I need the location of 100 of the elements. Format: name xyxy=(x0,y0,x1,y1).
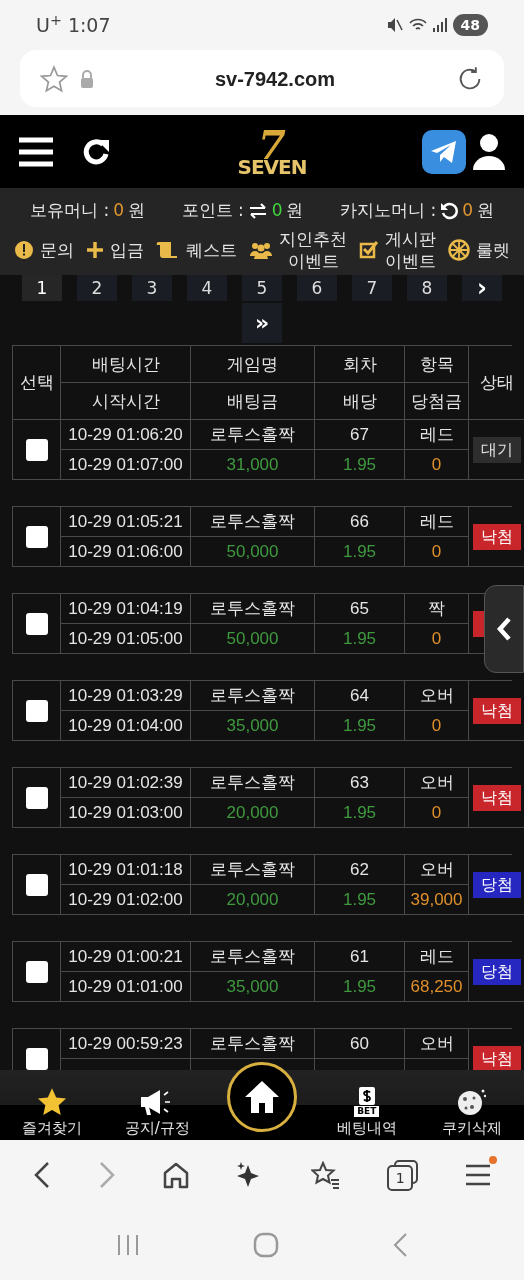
recent-apps-icon[interactable] xyxy=(116,1233,141,1257)
table-cell: 레드 xyxy=(405,507,469,537)
table-cell: 짝 xyxy=(405,594,469,624)
side-panel-toggle[interactable] xyxy=(484,585,524,673)
table-cell: 35,000 xyxy=(191,711,315,741)
column-header: 배팅시간 xyxy=(61,346,191,383)
clock-time: 1:07 xyxy=(67,12,111,38)
row-checkbox[interactable] xyxy=(25,1047,48,1070)
menu-link[interactable]: 문의 xyxy=(40,238,74,261)
row-checkbox[interactable] xyxy=(25,699,48,722)
menu-link[interactable]: 퀘스트 xyxy=(186,238,237,261)
page-button[interactable]: 1 xyxy=(22,275,62,301)
table-cell: 31,000 xyxy=(191,450,315,480)
page-button[interactable]: 3 xyxy=(132,275,172,301)
column-header: 당첨금 xyxy=(405,383,469,420)
status-badge: 당첨 xyxy=(472,958,521,985)
menu-link[interactable]: 지인추천 이벤트 xyxy=(279,227,347,272)
table-cell: 63 xyxy=(315,768,405,798)
row-checkbox[interactable] xyxy=(25,960,48,983)
bookmarks-icon[interactable] xyxy=(310,1161,341,1189)
menu-link[interactable]: 룰렛 xyxy=(476,238,510,261)
table-cell: 1.95 xyxy=(315,885,405,915)
home-icon xyxy=(243,1079,281,1115)
table-cell: 10-29 01:01:18 xyxy=(61,855,191,885)
last-page-button[interactable]: » xyxy=(242,303,282,343)
undo-icon xyxy=(440,201,459,220)
column-header: 상태 xyxy=(469,346,524,420)
table-cell: 10-29 01:05:00 xyxy=(61,624,191,654)
table-cell: 10-29 01:02:39 xyxy=(61,768,191,798)
table-cell: 오버 xyxy=(405,768,469,798)
table-cell: 1.95 xyxy=(315,624,405,654)
table-cell: 0 xyxy=(405,798,469,828)
table-cell: 10-29 01:02:00 xyxy=(61,885,191,915)
carrier-label: U$^{+}$ xyxy=(36,10,62,38)
row-checkbox[interactable] xyxy=(25,525,48,548)
column-header: 회차 xyxy=(315,346,405,383)
home-outline-icon[interactable] xyxy=(162,1161,191,1189)
star-outline-icon[interactable] xyxy=(40,64,68,93)
table-cell: 1.95 xyxy=(315,798,405,828)
wheel-icon xyxy=(448,238,470,261)
table-cell: 1.95 xyxy=(315,711,405,741)
back-icon[interactable] xyxy=(33,1161,52,1189)
nav-item[interactable]: BET 베팅내역 xyxy=(314,1070,420,1140)
table-cell: 오버 xyxy=(405,681,469,711)
table-cell: 39,000 xyxy=(405,885,469,915)
nav-item[interactable]: 쿠키삭제 xyxy=(419,1070,524,1140)
nav-item[interactable]: 공지/규정 xyxy=(104,1070,210,1140)
telegram-icon[interactable] xyxy=(422,129,466,174)
menu-link[interactable]: 게시판 이벤트 xyxy=(385,227,436,272)
currency-unit: 원 xyxy=(477,199,494,222)
status-badge: 당첨 xyxy=(472,871,521,898)
table-cell: 로투스홀짝 xyxy=(191,594,315,624)
table-cell: 62 xyxy=(315,855,405,885)
status-badge: 낙첨 xyxy=(472,784,521,811)
table-cell: 1.95 xyxy=(315,450,405,480)
table-cell: 10-29 01:05:21 xyxy=(61,507,191,537)
signal-icon xyxy=(432,18,447,32)
refresh-icon[interactable] xyxy=(82,137,112,166)
page-button[interactable]: 4 xyxy=(187,275,227,301)
star-icon xyxy=(36,1087,69,1117)
table-cell: 10-29 01:00:21 xyxy=(61,942,191,972)
table-cell: 로투스홀짝 xyxy=(191,681,315,711)
page-button[interactable]: 8 xyxy=(407,275,447,301)
plus-icon xyxy=(86,240,104,259)
status-badge: 낙첨 xyxy=(472,523,521,550)
table-cell: 68,250 xyxy=(405,972,469,1002)
column-header: 배당 xyxy=(315,383,405,420)
page-button[interactable]: 2 xyxy=(77,275,117,301)
table-cell: 50,000 xyxy=(191,624,315,654)
table-cell: 61 xyxy=(315,942,405,972)
mute-icon xyxy=(386,17,403,33)
table-cell: 20,000 xyxy=(191,798,315,828)
table-cell: 10-29 01:04:00 xyxy=(61,711,191,741)
table-cell: 오버 xyxy=(405,855,469,885)
row-checkbox[interactable] xyxy=(25,873,48,896)
page-button[interactable]: 6 xyxy=(297,275,337,301)
row-checkbox[interactable] xyxy=(25,438,48,461)
table-cell: 0 xyxy=(405,711,469,741)
nav-item[interactable]: 즐겨찾기 xyxy=(0,1070,105,1140)
column-header: 배팅금 xyxy=(191,383,315,420)
table-cell: 10-29 01:03:00 xyxy=(61,798,191,828)
table-cell: 67 xyxy=(315,420,405,450)
table-cell: 0 xyxy=(405,450,469,480)
address-bar[interactable]: sv-7942.com xyxy=(20,50,504,107)
column-header: 시작시간 xyxy=(61,383,191,420)
table-cell: 20,000 xyxy=(191,885,315,915)
page-button[interactable]: 5 xyxy=(242,275,282,301)
menu-icon[interactable] xyxy=(464,1164,491,1186)
lock-icon xyxy=(80,69,94,88)
balance-value: 0 xyxy=(462,199,473,222)
row-checkbox[interactable] xyxy=(25,786,48,809)
currency-unit: 원 xyxy=(286,199,304,222)
page-button[interactable]: 7 xyxy=(352,275,392,301)
menu-link[interactable]: 입금 xyxy=(110,238,144,261)
menu-icon[interactable] xyxy=(18,135,54,168)
cookie-icon xyxy=(455,1087,488,1117)
row-checkbox[interactable] xyxy=(25,612,48,635)
table-cell: 오버 xyxy=(405,1029,469,1059)
user-icon[interactable] xyxy=(472,132,506,171)
next-page-button[interactable]: › xyxy=(462,275,502,301)
